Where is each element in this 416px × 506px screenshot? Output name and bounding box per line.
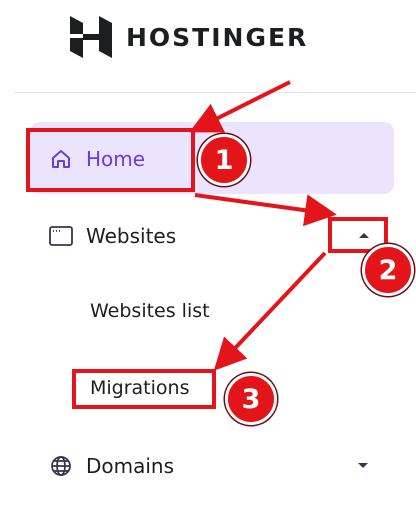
step-badge-2: 2 [362,244,414,296]
annotation-arrows [189,80,337,371]
arrow-to-migrations [213,251,327,371]
arrow-to-home [189,80,291,133]
arrow-to-expand [194,193,337,227]
step-badge-3: 3 [225,373,277,425]
highlight-box-migrations [72,369,216,409]
step-badge-1: 1 [198,134,250,186]
highlight-box-home [26,128,195,192]
